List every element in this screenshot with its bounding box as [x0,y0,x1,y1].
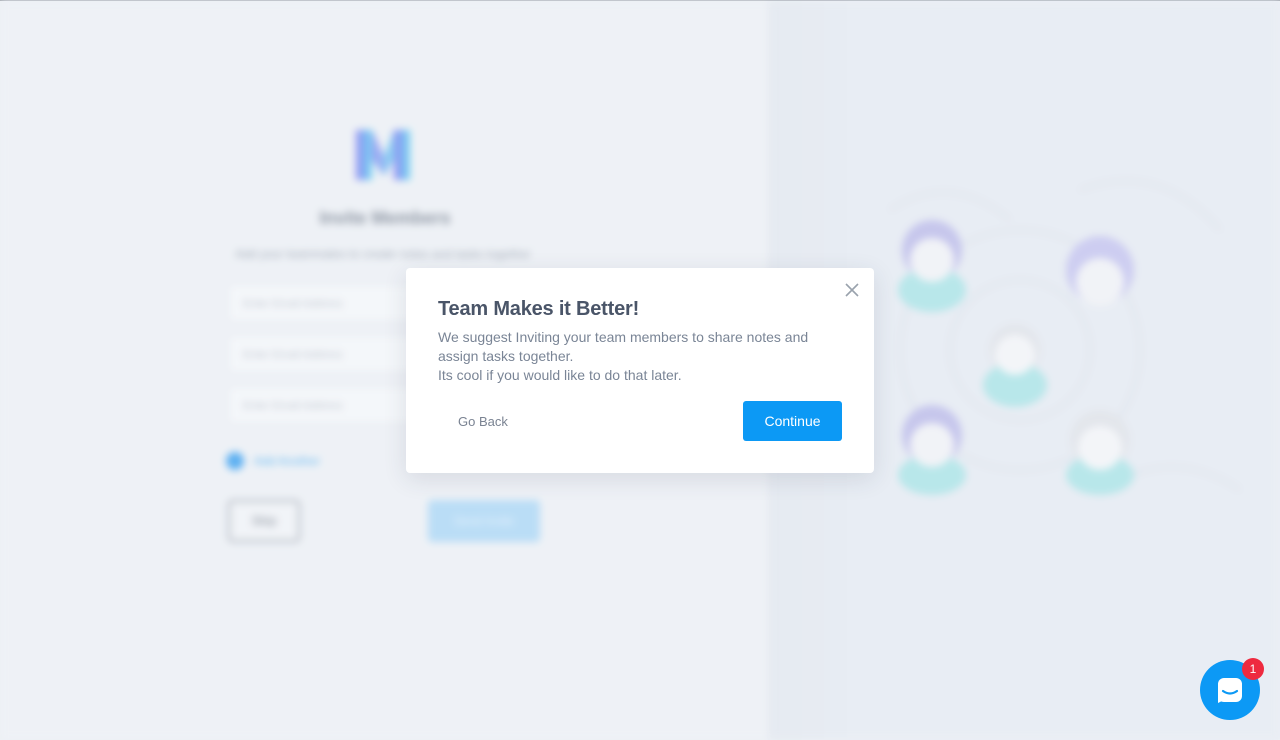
chat-icon [1218,678,1242,703]
dialog-message: We suggest Inviting your team members to… [438,328,838,385]
close-icon[interactable] [844,282,860,298]
continue-button[interactable]: Continue [743,401,842,441]
dialog-title: Team Makes it Better! [438,298,640,320]
go-back-button[interactable]: Go Back [438,408,528,434]
invite-suggestion-dialog: Team Makes it Better! We suggest Invitin… [406,268,874,473]
dialog-message-line-2: Its cool if you would like to do that la… [438,367,682,383]
dialog-message-line-1: We suggest Inviting your team members to… [438,329,809,364]
chat-notification-badge: 1 [1242,658,1264,680]
